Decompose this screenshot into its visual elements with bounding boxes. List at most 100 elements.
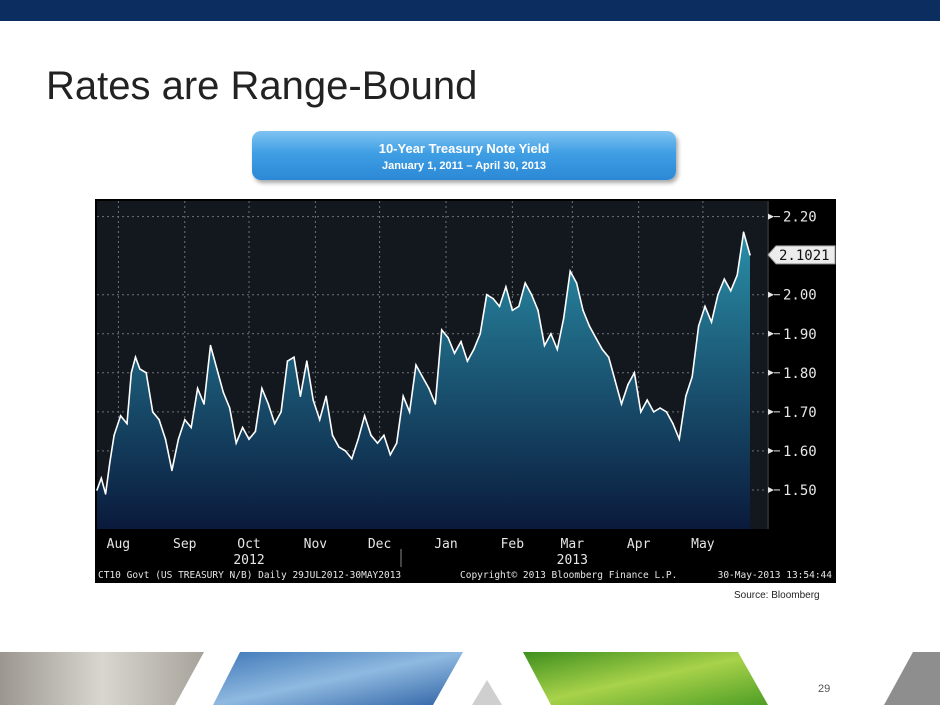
- top-banner: [0, 0, 940, 21]
- data-point-19: [203, 403, 205, 405]
- data-point-25: [241, 426, 244, 429]
- footer-image-strip: [0, 652, 940, 705]
- x-tick-label-feb: Feb: [501, 537, 525, 552]
- data-point-12: [158, 418, 160, 421]
- chart-callout: 10-Year Treasury Note Yield January 1, 2…: [252, 131, 676, 180]
- data-point-69: [524, 282, 526, 284]
- data-point-100: [723, 278, 726, 280]
- sky-image-panel: [213, 652, 463, 705]
- data-point-54: [428, 387, 430, 390]
- x-tick-label-apr: Apr: [627, 537, 651, 552]
- data-point-71: [537, 309, 539, 312]
- data-point-31: [280, 411, 282, 413]
- data-point-48: [389, 454, 392, 456]
- data-point-5: [119, 415, 122, 417]
- data-point-8: [134, 356, 137, 358]
- yield-chart: 2.20 2.00 1.90 1.80 1.70 1.60 1.50 2.1021 Aug Se…: [95, 199, 836, 583]
- data-point-18: [196, 387, 199, 390]
- data-point-67: [511, 309, 514, 312]
- data-point-17: [190, 426, 192, 429]
- data-point-27: [254, 430, 257, 433]
- y-tick-label-4: 1.70: [783, 405, 817, 421]
- data-point-68: [518, 305, 520, 308]
- data-point-74: [556, 348, 559, 351]
- x-tick-label-aug: Aug: [107, 537, 130, 552]
- y-tick-arrow-2: [768, 330, 774, 337]
- data-point-91: [665, 411, 668, 413]
- data-point-6: [126, 422, 128, 425]
- data-point-86: [633, 372, 636, 374]
- data-point-14: [171, 469, 173, 472]
- data-point-43: [357, 438, 360, 440]
- data-point-77: [575, 282, 578, 284]
- data-point-60: [466, 360, 469, 362]
- data-point-56: [440, 329, 443, 331]
- y-tick-label-2: 1.90: [783, 327, 817, 343]
- data-point-97: [704, 305, 706, 308]
- data-point-72: [543, 344, 546, 347]
- data-point-53: [421, 375, 424, 378]
- data-point-98: [710, 321, 713, 323]
- data-point-96: [697, 325, 700, 327]
- grey-corner-shape: [884, 652, 940, 705]
- data-point-99: [717, 293, 719, 296]
- data-point-63: [485, 293, 488, 296]
- data-point-87: [640, 411, 642, 413]
- x-tick-label-dec: Dec: [368, 537, 391, 552]
- data-point-80: [595, 336, 597, 339]
- data-point-11: [151, 411, 154, 413]
- data-point-15: [177, 438, 180, 440]
- data-point-3: [109, 461, 111, 464]
- data-point-61: [473, 348, 475, 351]
- chart-footer-ticker: CT10 Govt (US TREASURY N/B) Daily 29JUL2…: [98, 570, 401, 581]
- data-point-34: [299, 395, 302, 397]
- page-number: 29: [818, 683, 831, 695]
- y-tick-arrow-3: [768, 369, 774, 376]
- data-point-90: [659, 407, 661, 409]
- y-tick-arrow-0: [768, 213, 774, 220]
- y-tick-label-3: 1.80: [783, 366, 817, 382]
- data-point-4: [113, 434, 115, 437]
- chart-footer-timestamp: 30-May-2013 13:54:44: [718, 570, 833, 581]
- data-point-46: [376, 442, 379, 444]
- leaf-image-panel: [523, 652, 768, 705]
- data-point-103: [742, 231, 745, 233]
- data-point-13: [164, 438, 167, 440]
- data-point-23: [228, 407, 231, 409]
- yield-chart-svg: 2.20 2.00 1.90 1.80 1.70 1.60 1.50 2.1021 Aug Se…: [95, 201, 836, 581]
- data-point-32: [286, 360, 289, 362]
- data-point-76: [569, 270, 571, 273]
- data-point-104: [749, 254, 751, 256]
- data-point-102: [736, 274, 738, 276]
- x-tick-label-may: May: [691, 537, 715, 552]
- data-point-22: [222, 391, 225, 394]
- data-point-2: [104, 493, 107, 495]
- data-point-101: [729, 290, 732, 292]
- y-tick-arrow-6: [768, 486, 774, 493]
- data-point-45: [370, 434, 372, 437]
- data-point-39: [331, 434, 334, 437]
- data-point-10: [145, 372, 147, 374]
- data-point-83: [614, 379, 616, 382]
- data-point-41: [344, 450, 347, 452]
- data-point-42: [351, 457, 353, 460]
- chart-footer: CT10 Govt (US TREASURY N/B) Daily 29JUL2…: [98, 570, 832, 581]
- data-point-36: [312, 399, 314, 401]
- data-point-24: [235, 442, 237, 444]
- data-point-55: [434, 403, 437, 405]
- data-point-75: [562, 317, 565, 319]
- data-point-85: [627, 383, 629, 386]
- y-tick-label-6: 1.50: [783, 483, 817, 499]
- y-tick-arrow-5: [768, 447, 774, 454]
- data-point-93: [678, 438, 681, 440]
- data-point-9: [139, 368, 141, 370]
- data-point-37: [318, 418, 321, 421]
- data-point-33: [293, 356, 295, 358]
- y-tick-arrow-1: [768, 291, 774, 298]
- data-point-44: [363, 415, 366, 417]
- data-point-57: [447, 336, 449, 339]
- data-point-62: [479, 333, 482, 335]
- data-point-66: [505, 286, 507, 288]
- data-point-78: [582, 309, 584, 312]
- data-point-64: [492, 297, 494, 300]
